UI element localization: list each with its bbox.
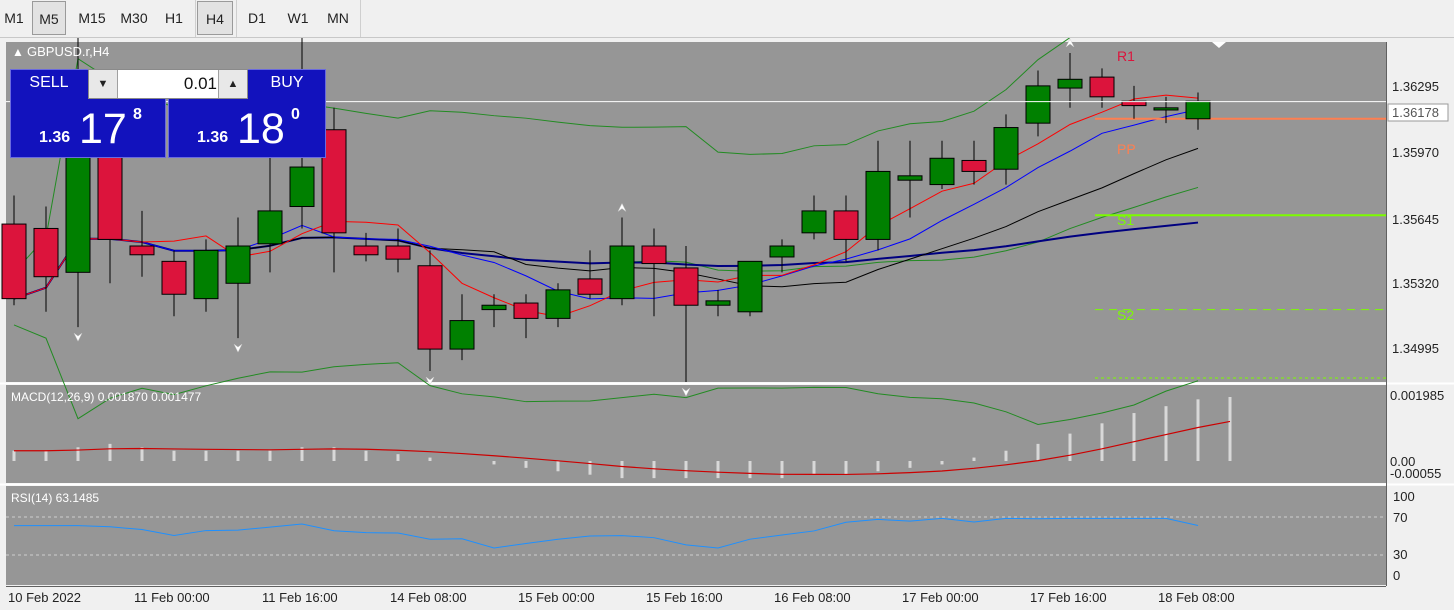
timeframe-h1[interactable]: H1 xyxy=(156,1,192,35)
time-axis-label: 11 Feb 16:00 xyxy=(262,590,338,605)
pivot-label-s2: S2 xyxy=(1117,307,1134,323)
chart-collapse-icon[interactable]: ▲ xyxy=(12,45,24,59)
time-axis-label: 15 Feb 00:00 xyxy=(518,590,595,605)
candle-body xyxy=(897,175,923,181)
rsi-axis-label: 70 xyxy=(1393,510,1407,525)
candle-body xyxy=(257,210,283,245)
lot-size-value[interactable]: 0.01 xyxy=(119,74,217,94)
candle-body xyxy=(161,260,187,295)
candle-body xyxy=(865,170,891,240)
time-axis-label: 10 Feb 2022 xyxy=(8,590,81,605)
time-axis-label: 14 Feb 08:00 xyxy=(390,590,467,605)
lot-increase-icon[interactable]: ▲ xyxy=(218,70,247,98)
rsi-title: RSI(14) 63.1485 xyxy=(11,491,99,505)
time-axis: 10 Feb 2022 11 Feb 00:00 11 Feb 16:00 14… xyxy=(8,590,1235,605)
timeframe-w1[interactable]: W1 xyxy=(278,1,318,35)
timeframe-mn[interactable]: MN xyxy=(318,1,358,35)
candle-body xyxy=(801,210,827,234)
candle-body xyxy=(577,278,603,295)
pivot-label-s1: S1 xyxy=(1117,212,1134,228)
timeframe-h4[interactable]: H4 xyxy=(197,1,233,35)
macd-panel-background xyxy=(6,385,1386,483)
candle-body xyxy=(705,300,731,306)
candle-body xyxy=(929,157,955,186)
timeframe-m5[interactable]: M5 xyxy=(32,1,66,35)
price-axis-label: 1.35645 xyxy=(1392,212,1439,227)
rsi-panel-background xyxy=(6,486,1386,585)
time-axis-label: 17 Feb 00:00 xyxy=(902,590,979,605)
time-axis-label: 17 Feb 16:00 xyxy=(1030,590,1107,605)
timeframe-toolbar: M1 M5 M15 M30 H1 H4 D1 W1 MN xyxy=(0,0,1454,38)
price-axis-label: 1.35320 xyxy=(1392,276,1439,291)
timeframe-m15[interactable]: M15 xyxy=(72,1,112,35)
candle-body xyxy=(1,223,27,300)
candle-body xyxy=(1185,100,1211,120)
candle-body xyxy=(65,140,91,273)
lot-size-input[interactable]: ▼ 0.01 ▲ xyxy=(88,69,248,99)
buy-price: 1.36 18 0 xyxy=(197,105,300,153)
pivot-label-r1: R1 xyxy=(1117,48,1135,64)
rsi-axis-label: 30 xyxy=(1393,547,1407,562)
candle-body xyxy=(609,245,635,300)
candle-body xyxy=(993,127,1019,170)
candle-body xyxy=(417,265,443,350)
time-axis-label: 18 Feb 08:00 xyxy=(1158,590,1235,605)
candle-body xyxy=(129,245,155,256)
one-click-trading-panel: SELL 1.36 17 8 BUY 1.36 18 0 ▼ 0.01 ▲ xyxy=(10,69,326,158)
candle-body xyxy=(1153,107,1179,111)
sell-price: 1.36 17 8 xyxy=(39,105,142,153)
candle-body xyxy=(641,245,667,265)
candle-body xyxy=(961,159,987,172)
candle-body xyxy=(449,320,475,350)
timeframe-m1[interactable]: M1 xyxy=(0,1,28,35)
price-axis-label: 1.35970 xyxy=(1392,145,1439,160)
candle-body xyxy=(1025,85,1051,124)
time-axis-label: 15 Feb 16:00 xyxy=(646,590,723,605)
current-price-label: 1.36178 xyxy=(1392,105,1439,120)
timeframe-m30[interactable]: M30 xyxy=(114,1,154,35)
time-axis-label: 16 Feb 08:00 xyxy=(774,590,851,605)
candle-body xyxy=(769,245,795,258)
candle-body xyxy=(833,210,859,240)
candle-body xyxy=(289,166,315,208)
candle-body xyxy=(353,245,379,256)
pivot-label-pp: PP xyxy=(1117,141,1136,157)
lot-decrease-icon[interactable]: ▼ xyxy=(89,70,118,98)
macd-title: MACD(12,26,9) 0.001870 0.001477 xyxy=(11,390,201,404)
rsi-axis-label: 0 xyxy=(1393,568,1400,583)
rsi-axis-label: 100 xyxy=(1393,489,1415,504)
candle-body xyxy=(1089,76,1115,98)
buy-label: BUY xyxy=(270,74,304,91)
candle-body xyxy=(545,289,571,319)
candle-body xyxy=(513,302,539,319)
timeframe-d1[interactable]: D1 xyxy=(238,1,276,35)
candle-body xyxy=(481,304,507,311)
candle-body xyxy=(225,245,251,284)
candle-body xyxy=(385,245,411,260)
time-axis-label: 11 Feb 00:00 xyxy=(134,590,210,605)
candle-body xyxy=(193,249,219,300)
price-axis-label: 1.36295 xyxy=(1392,79,1439,94)
sell-label: SELL xyxy=(29,74,69,91)
candle-body xyxy=(673,267,699,306)
macd-axis-label: -0.00055 xyxy=(1390,466,1441,481)
price-axis-label: 1.34995 xyxy=(1392,341,1439,356)
candle-body xyxy=(737,260,763,313)
candle-body xyxy=(33,227,59,278)
candle-body xyxy=(1057,78,1083,89)
macd-axis-label: 0.001985 xyxy=(1390,388,1444,403)
price-axis: 1.36295 1.35970 1.35645 1.35320 1.34995 … xyxy=(1387,79,1449,356)
chart-title: GBPUSD.r,H4 xyxy=(27,44,109,59)
